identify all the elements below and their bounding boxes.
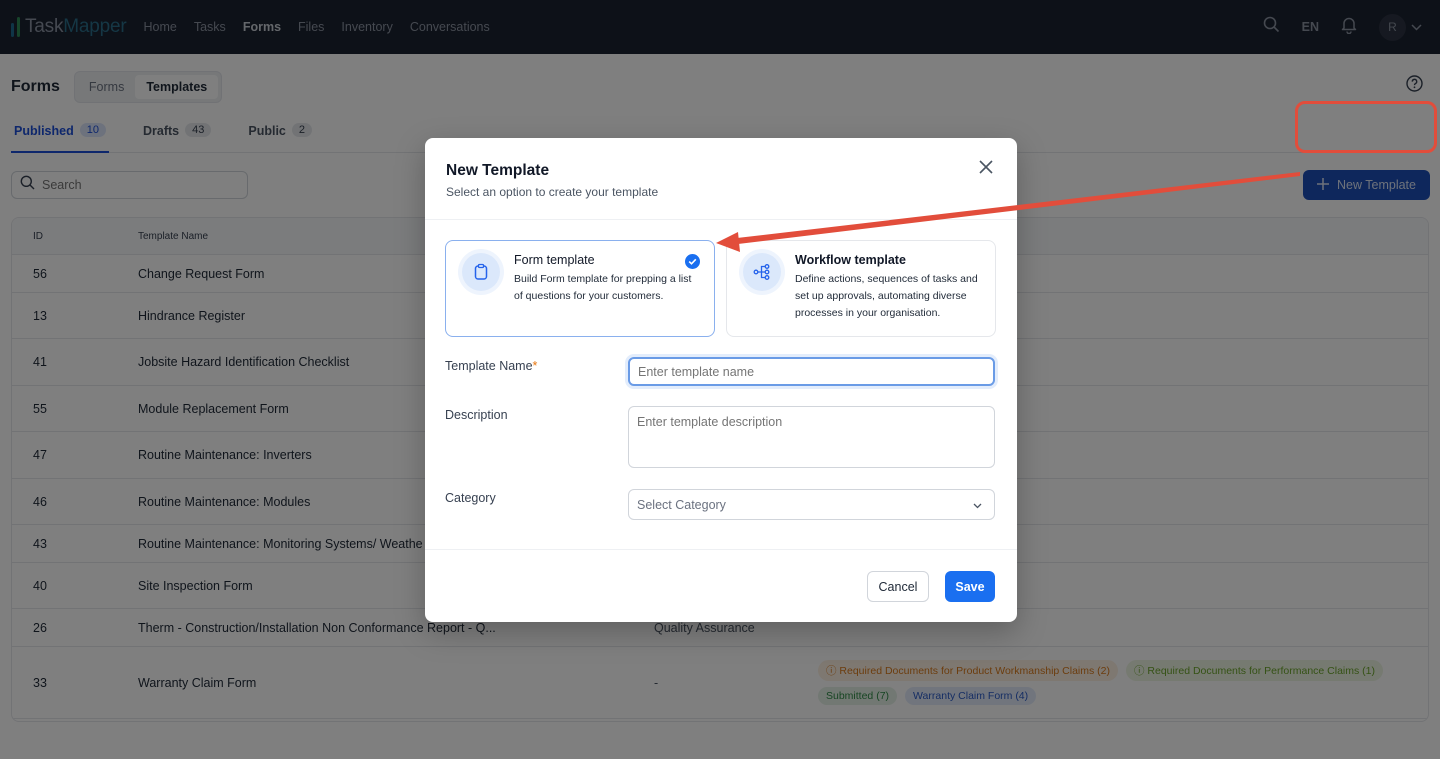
description-label: Description	[445, 408, 508, 422]
workflow-icon	[743, 253, 781, 291]
check-circle-icon	[685, 254, 700, 274]
category-select[interactable]: Select Category	[628, 489, 995, 520]
modal-subtitle: Select an option to create your template	[446, 185, 659, 199]
template-name-input[interactable]	[628, 357, 995, 386]
option-form-template[interactable]: Form template Build Form template for pr…	[445, 240, 715, 337]
chevron-down-icon	[973, 498, 982, 512]
modal-title: New Template	[446, 162, 550, 179]
template-name-label: Template Name*	[445, 359, 538, 373]
new-template-modal: New Template Select an option to create …	[425, 138, 1017, 622]
description-textarea[interactable]	[628, 406, 995, 468]
close-icon[interactable]	[979, 160, 993, 179]
option-title: Workflow template	[795, 253, 906, 267]
option-description: Build Form template for prepping a list …	[514, 273, 692, 302]
required-marker: *	[532, 359, 538, 373]
clipboard-icon	[462, 253, 500, 291]
category-placeholder: Select Category	[637, 497, 726, 512]
option-workflow-template[interactable]: Workflow template Define actions, sequen…	[726, 240, 996, 337]
option-description: Define actions, sequences of tasks and s…	[795, 273, 978, 319]
category-label: Category	[445, 491, 496, 505]
cancel-button[interactable]: Cancel	[867, 571, 929, 602]
save-button[interactable]: Save	[945, 571, 995, 602]
option-title: Form template	[514, 253, 595, 267]
modal-footer: Cancel Save	[425, 549, 1017, 622]
